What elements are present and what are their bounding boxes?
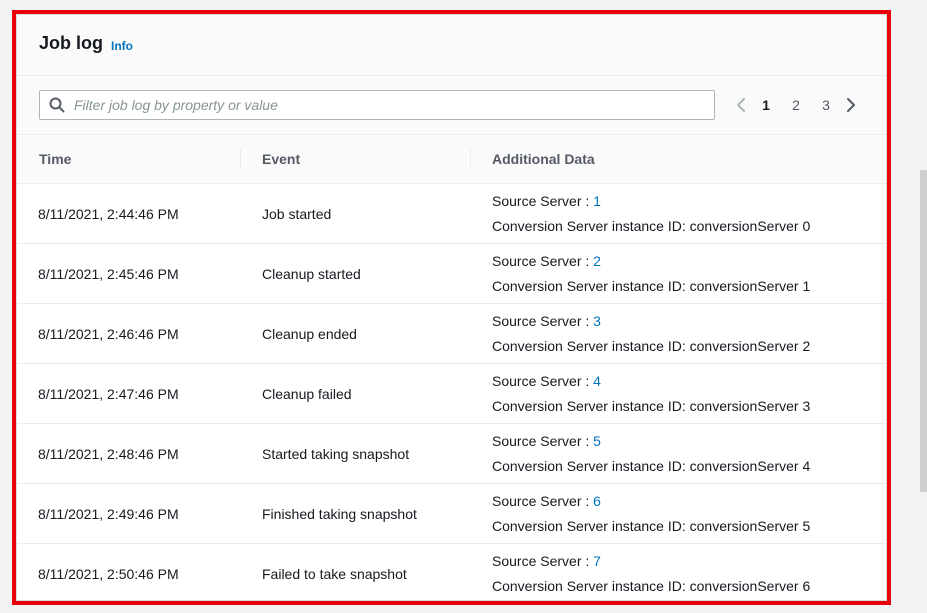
conversion-server-value: conversionServer 0 — [689, 217, 811, 234]
source-server-line: Source Server : 7 — [492, 549, 886, 574]
source-server-line: Source Server : 1 — [492, 189, 886, 214]
table-header-row: Time Event Additional Data — [17, 135, 886, 184]
column-header-time[interactable]: Time — [17, 135, 240, 184]
source-server-link[interactable]: 7 — [593, 553, 601, 569]
cell-event: Cleanup ended — [240, 303, 470, 364]
cell-event: Cleanup failed — [240, 363, 470, 424]
source-server-link[interactable]: 2 — [593, 253, 601, 269]
conversion-server-value: conversionServer 4 — [689, 457, 811, 474]
conversion-server-label: Conversion Server instance ID: — [492, 577, 690, 594]
page-1-button[interactable]: 1 — [751, 97, 781, 113]
conversion-server-line: Conversion Server instance ID: conversio… — [492, 514, 886, 539]
cell-time: 8/11/2021, 2:47:46 PM — [17, 363, 240, 424]
chevron-right-icon[interactable] — [841, 95, 861, 115]
cell-event: Failed to take snapshot — [240, 543, 470, 601]
source-server-label: Source Server : — [492, 312, 594, 329]
cell-additional-data: Source Server : 1 Conversion Server inst… — [470, 183, 886, 244]
source-server-label: Source Server : — [492, 552, 594, 569]
source-server-link[interactable]: 3 — [593, 313, 601, 329]
source-server-line: Source Server : 6 — [492, 489, 886, 514]
search-input[interactable] — [74, 91, 704, 119]
page-scrollbar[interactable] — [920, 170, 927, 492]
source-server-label: Source Server : — [492, 192, 594, 209]
cell-additional-data: Source Server : 4 Conversion Server inst… — [470, 363, 886, 424]
cell-additional-data: Source Server : 3 Conversion Server inst… — [470, 303, 886, 364]
source-server-label: Source Server : — [492, 372, 594, 389]
table-row: 8/11/2021, 2:45:46 PM Cleanup started So… — [17, 243, 886, 304]
conversion-server-label: Conversion Server instance ID: — [492, 337, 690, 354]
cell-additional-data: Source Server : 6 Conversion Server inst… — [470, 483, 886, 544]
table-body: 8/11/2021, 2:44:46 PM Job started Source… — [17, 183, 886, 601]
table-row: 8/11/2021, 2:48:46 PM Started taking sna… — [17, 423, 886, 484]
conversion-server-label: Conversion Server instance ID: — [492, 457, 690, 474]
cell-time: 8/11/2021, 2:48:46 PM — [17, 423, 240, 484]
conversion-server-line: Conversion Server instance ID: conversio… — [492, 214, 886, 239]
source-server-label: Source Server : — [492, 492, 594, 509]
pagination: 1 2 3 — [731, 90, 861, 120]
table-row: 8/11/2021, 2:47:46 PM Cleanup failed Sou… — [17, 363, 886, 424]
cell-event: Finished taking snapshot — [240, 483, 470, 544]
source-server-line: Source Server : 4 — [492, 369, 886, 394]
chevron-left-icon[interactable] — [731, 95, 751, 115]
conversion-server-line: Conversion Server instance ID: conversio… — [492, 574, 886, 599]
cell-time: 8/11/2021, 2:50:46 PM — [17, 543, 240, 601]
cell-time: 8/11/2021, 2:49:46 PM — [17, 483, 240, 544]
conversion-server-line: Conversion Server instance ID: conversio… — [492, 394, 886, 419]
source-server-link[interactable]: 5 — [593, 433, 601, 449]
cell-time: 8/11/2021, 2:44:46 PM — [17, 183, 240, 244]
info-link[interactable]: Info — [111, 39, 133, 53]
search-box[interactable] — [39, 90, 715, 120]
table-row: 8/11/2021, 2:46:46 PM Cleanup ended Sour… — [17, 303, 886, 364]
table-row: 8/11/2021, 2:50:46 PM Failed to take sna… — [17, 543, 886, 601]
source-server-label: Source Server : — [492, 432, 594, 449]
table-row: 8/11/2021, 2:49:46 PM Finished taking sn… — [17, 483, 886, 544]
page-3-button[interactable]: 3 — [811, 97, 841, 113]
conversion-server-value: conversionServer 6 — [689, 577, 811, 594]
source-server-line: Source Server : 2 — [492, 249, 886, 274]
conversion-server-label: Conversion Server instance ID: — [492, 517, 690, 534]
conversion-server-value: conversionServer 2 — [689, 337, 811, 354]
job-log-container: Job log Info Filter job log by property … — [16, 14, 887, 601]
job-log-table: Time Event Additional Data 8/11/2021, 2:… — [17, 135, 886, 601]
conversion-server-label: Conversion Server instance ID: — [492, 277, 690, 294]
source-server-label: Source Server : — [492, 252, 594, 269]
table-row: 8/11/2021, 2:44:46 PM Job started Source… — [17, 183, 886, 244]
column-header-additional-data[interactable]: Additional Data — [470, 135, 886, 184]
cell-time: 8/11/2021, 2:45:46 PM — [17, 243, 240, 304]
conversion-server-value: conversionServer 1 — [689, 277, 811, 294]
conversion-server-line: Conversion Server instance ID: conversio… — [492, 274, 886, 299]
page-2-button[interactable]: 2 — [781, 97, 811, 113]
cell-additional-data: Source Server : 2 Conversion Server inst… — [470, 243, 886, 304]
conversion-server-label: Conversion Server instance ID: — [492, 217, 690, 234]
cell-additional-data: Source Server : 5 Conversion Server inst… — [470, 423, 886, 484]
conversion-server-line: Conversion Server instance ID: conversio… — [492, 454, 886, 479]
search-icon — [49, 97, 65, 113]
cell-time: 8/11/2021, 2:46:46 PM — [17, 303, 240, 364]
source-server-link[interactable]: 4 — [593, 373, 601, 389]
source-server-link[interactable]: 1 — [593, 193, 601, 209]
job-log-header: Job log Info — [17, 15, 886, 76]
highlight-frame: Job log Info Filter job log by property … — [12, 10, 891, 605]
page: Job log Info Filter job log by property … — [0, 0, 927, 613]
cell-event: Started taking snapshot — [240, 423, 470, 484]
conversion-server-value: conversionServer 3 — [689, 397, 811, 414]
page-title: Job log — [39, 33, 103, 53]
source-server-line: Source Server : 3 — [492, 309, 886, 334]
column-header-event[interactable]: Event — [240, 135, 470, 184]
conversion-server-label: Conversion Server instance ID: — [492, 397, 690, 414]
conversion-server-line: Conversion Server instance ID: conversio… — [492, 334, 886, 359]
source-server-line: Source Server : 5 — [492, 429, 886, 454]
cell-event: Job started — [240, 183, 470, 244]
cell-event: Cleanup started — [240, 243, 470, 304]
table-toolbar: 1 2 3 — [17, 76, 886, 135]
cell-additional-data: Source Server : 7 Conversion Server inst… — [470, 543, 886, 601]
conversion-server-value: conversionServer 5 — [689, 517, 811, 534]
source-server-link[interactable]: 6 — [593, 493, 601, 509]
